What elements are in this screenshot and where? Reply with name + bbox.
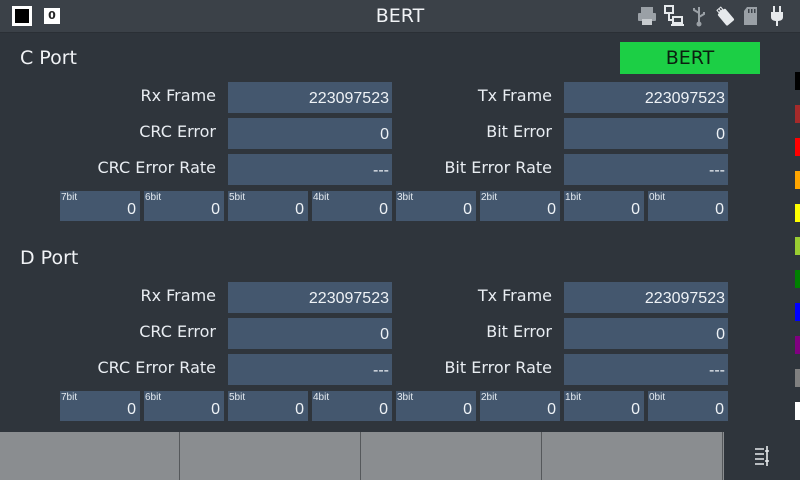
bit-error-label: Bit Error (486, 322, 552, 341)
softkey-2[interactable] (181, 432, 361, 480)
menu-button[interactable] (724, 432, 800, 480)
bit-label: 5bit (229, 392, 246, 403)
bit-error-value: 0 (564, 118, 728, 149)
top-bar: 0 BERT (0, 0, 800, 33)
crc-error-rate-label: CRC Error Rate (97, 358, 216, 377)
bit-value: 0 (211, 401, 220, 418)
network-icon (662, 5, 684, 27)
bit-counter: 1bit 0 (564, 191, 644, 221)
bit-error-rate-label: Bit Error Rate (444, 158, 552, 177)
bit-label: 7bit (61, 392, 78, 403)
bit-label: 4bit (313, 192, 330, 203)
tx-frame-label: Tx Frame (477, 286, 552, 305)
color-swatch[interactable] (795, 237, 800, 255)
tx-frame-label: Tx Frame (477, 86, 552, 105)
usb-drive-icon (714, 5, 736, 27)
c-port-title: C Port (20, 47, 77, 69)
crc-error-label: CRC Error (139, 322, 216, 341)
bit-label: 7bit (61, 192, 78, 203)
bit-counter: 4bit 0 (312, 391, 392, 421)
color-swatch[interactable] (795, 171, 800, 189)
color-swatch[interactable] (795, 369, 800, 387)
bit-value: 0 (295, 401, 304, 418)
bit-error-label: Bit Error (486, 122, 552, 141)
bit-counter: 2bit 0 (480, 191, 560, 221)
bit-value: 0 (211, 201, 220, 218)
bit-counter: 0bit 0 (648, 391, 728, 421)
bit-label: 0bit (649, 192, 666, 203)
bit-counter: 6bit 0 (144, 391, 224, 421)
bit-label: 3bit (397, 392, 414, 403)
rx-frame-label: Rx Frame (140, 86, 216, 105)
bit-value: 0 (127, 201, 136, 218)
color-swatch[interactable] (795, 270, 800, 288)
usb-icon (688, 5, 710, 27)
bit-value: 0 (715, 201, 724, 218)
bit-counter: 4bit 0 (312, 191, 392, 221)
bit-label: 6bit (145, 392, 162, 403)
rx-frame-label: Rx Frame (140, 286, 216, 305)
bit-value: 0 (547, 201, 556, 218)
tx-frame-value: 223097523 (564, 282, 728, 313)
color-swatch[interactable] (795, 204, 800, 222)
bit-label: 1bit (565, 392, 582, 403)
bit-label: 2bit (481, 392, 498, 403)
softkey-3[interactable] (362, 432, 542, 480)
bit-value: 0 (463, 201, 472, 218)
bit-counter: 3bit 0 (396, 191, 476, 221)
bit-counter: 2bit 0 (480, 391, 560, 421)
bit-counter: 5bit 0 (228, 391, 308, 421)
bit-counter: 5bit 0 (228, 191, 308, 221)
bit-counter: 0bit 0 (648, 191, 728, 221)
bit-value: 0 (379, 401, 388, 418)
bit-error-rate-label: Bit Error Rate (444, 358, 552, 377)
bit-value: 0 (547, 401, 556, 418)
bit-label: 4bit (313, 392, 330, 403)
bit-label: 6bit (145, 192, 162, 203)
bit-value: 0 (127, 401, 136, 418)
bit-label: 3bit (397, 192, 414, 203)
menu-settings-icon (755, 446, 769, 466)
bit-counter: 7bit 0 (60, 391, 140, 421)
bit-error-value: 0 (564, 318, 728, 349)
color-swatch[interactable] (795, 402, 800, 420)
bit-label: 0bit (649, 392, 666, 403)
printer-icon (636, 5, 658, 27)
color-swatch[interactable] (795, 105, 800, 123)
color-swatch[interactable] (795, 303, 800, 321)
bit-label: 5bit (229, 192, 246, 203)
bit-counter: 3bit 0 (396, 391, 476, 421)
bert-status-indicator: BERT (620, 42, 760, 74)
bit-value: 0 (463, 401, 472, 418)
power-plug-icon (766, 5, 788, 27)
bit-counter: 1bit 0 (564, 391, 644, 421)
bit-label: 2bit (481, 192, 498, 203)
bit-error-rate-value: --- (564, 154, 728, 185)
bit-value: 0 (715, 401, 724, 418)
crc-error-rate-label: CRC Error Rate (97, 158, 216, 177)
bit-counter: 6bit 0 (144, 191, 224, 221)
bit-error-rate-value: --- (564, 354, 728, 385)
d-port-title: D Port (20, 247, 79, 269)
color-swatch[interactable] (795, 72, 800, 90)
sd-card-icon (740, 5, 762, 27)
bit-value: 0 (295, 201, 304, 218)
bit-counter: 7bit 0 (60, 191, 140, 221)
softkey-4[interactable] (543, 432, 723, 480)
tx-frame-value: 223097523 (564, 82, 728, 113)
color-swatch[interactable] (795, 336, 800, 354)
bit-value: 0 (379, 201, 388, 218)
color-swatch[interactable] (795, 138, 800, 156)
crc-error-label: CRC Error (139, 122, 216, 141)
softkey-bar (0, 432, 800, 480)
bit-value: 0 (631, 401, 640, 418)
bit-label: 1bit (565, 192, 582, 203)
bit-value: 0 (631, 201, 640, 218)
softkey-1[interactable] (0, 432, 180, 480)
